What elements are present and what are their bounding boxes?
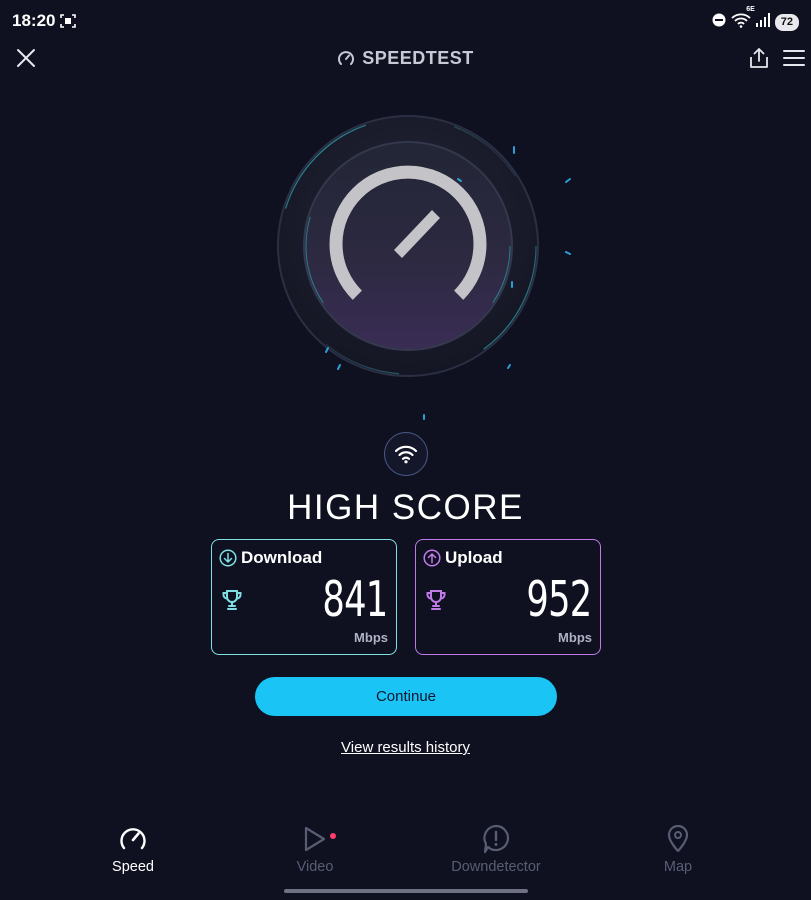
download-value: 841: [322, 571, 389, 628]
download-label: Download: [241, 548, 323, 567]
signal-icon: [755, 13, 770, 32]
home-indicator[interactable]: [284, 889, 528, 893]
speedtest-logo-icon: [338, 50, 355, 65]
wifi-badge: 6E: [746, 6, 755, 13]
arrow-down-circle-icon: [219, 549, 237, 567]
app-title: SPEEDTEST: [0, 48, 811, 69]
wifi-icon: 6E: [731, 6, 755, 33]
nav-label-map: Map: [663, 859, 693, 875]
trophy-icon: [424, 588, 448, 617]
upload-label: Upload: [445, 548, 503, 567]
status-bar: 18:20 6E 72: [0, 0, 811, 44]
menu-icon: [783, 50, 805, 66]
nav-label-video: Video: [296, 859, 334, 875]
menu-button[interactable]: [783, 48, 805, 68]
notification-dot: [330, 833, 336, 839]
map-pin-icon: [667, 825, 689, 853]
wifi-icon: [394, 445, 418, 464]
result-headline: HIGH SCORE: [287, 488, 524, 527]
view-results-history-link[interactable]: View results history: [0, 739, 811, 756]
bottom-navigation: Speed Video Downdetector Map: [0, 822, 811, 882]
continue-button[interactable]: Continue: [255, 677, 557, 716]
speed-gauge: [240, 104, 610, 434]
status-time: 18:20: [12, 11, 56, 30]
battery-indicator: 72: [774, 14, 799, 31]
share-button[interactable]: [748, 46, 770, 70]
nav-item-speed[interactable]: Speed: [63, 822, 203, 875]
arrow-up-circle-icon: [423, 549, 441, 567]
play-icon: [304, 826, 326, 852]
screen-record-icon: [60, 13, 76, 34]
nav-label-downdetector: Downdetector: [451, 859, 541, 875]
download-unit: Mbps: [354, 630, 388, 645]
do-not-disturb-icon: [712, 13, 726, 32]
upload-result-card: Upload 952 Mbps: [415, 539, 601, 655]
share-icon: [750, 48, 768, 68]
upload-unit: Mbps: [558, 630, 592, 645]
trophy-icon: [220, 588, 244, 617]
alert-icon: [483, 824, 510, 854]
nav-item-map[interactable]: Map: [608, 822, 748, 875]
app-header: SPEEDTEST: [0, 40, 811, 76]
nav-label-speed: Speed: [112, 859, 154, 875]
upload-value: 952: [526, 571, 593, 628]
connection-type-badge: [384, 432, 428, 476]
download-result-card: Download 841 Mbps: [211, 539, 397, 655]
app-title-text: SPEEDTEST: [362, 48, 474, 68]
speedometer-icon: [120, 828, 146, 850]
nav-item-video[interactable]: Video: [245, 822, 385, 875]
nav-item-downdetector[interactable]: Downdetector: [426, 822, 566, 875]
